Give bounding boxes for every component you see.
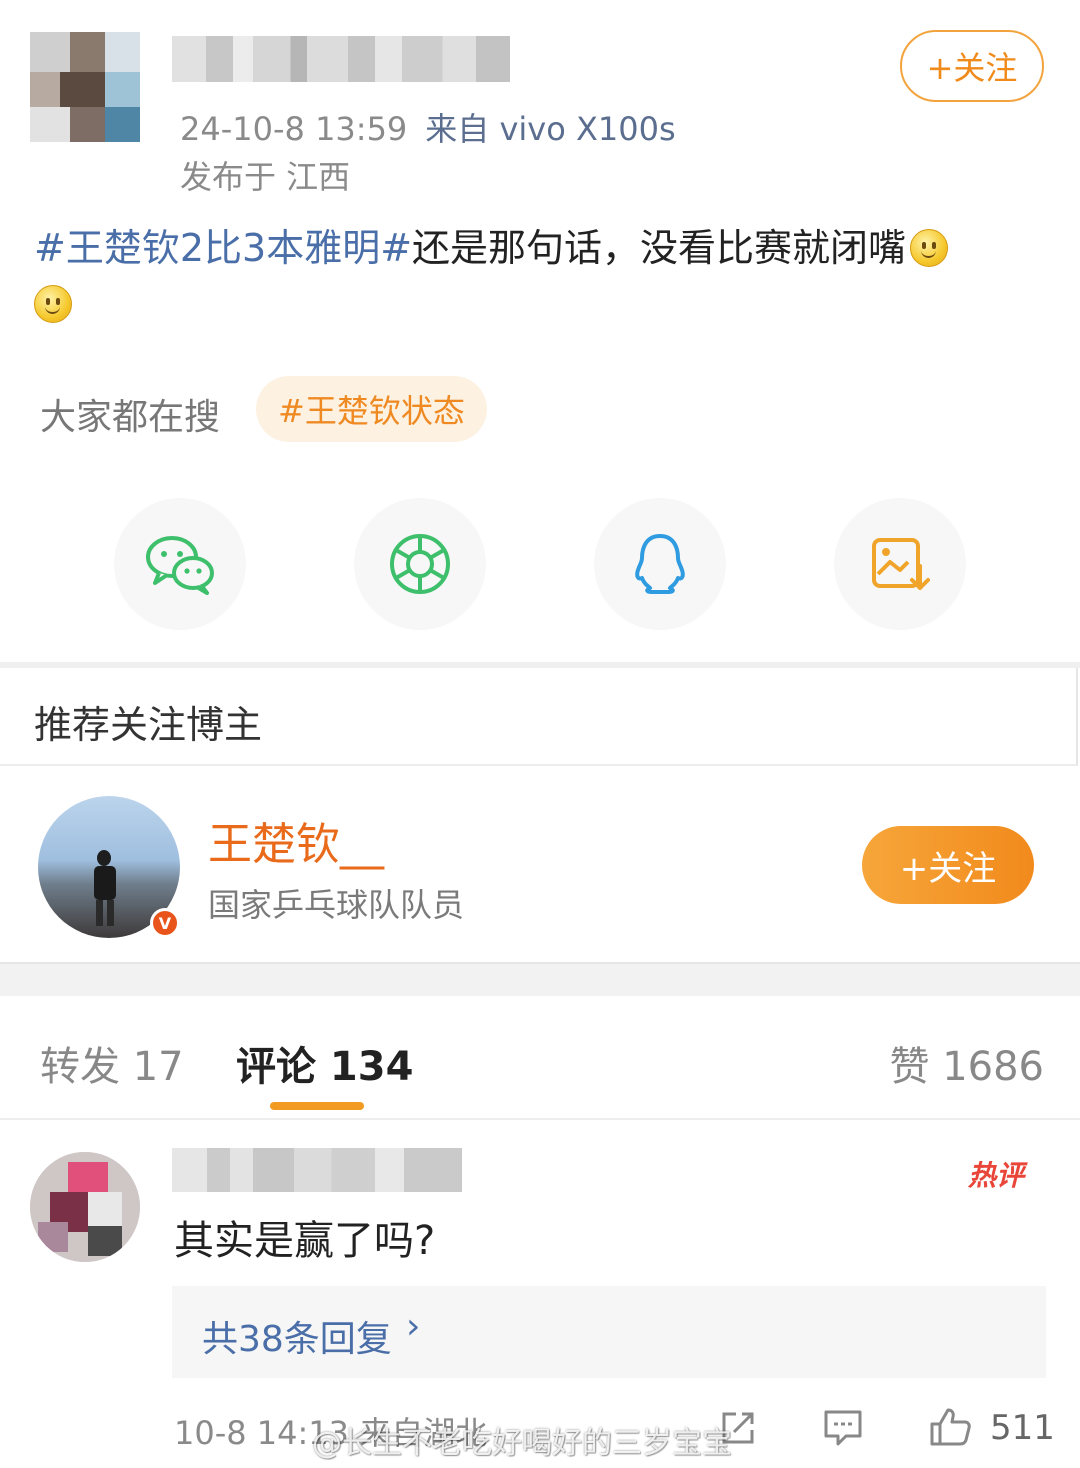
follow-author-button[interactable]: +关注 [900,30,1044,102]
author-avatar-blurred[interactable] [30,32,140,142]
post-meta: 24-10-8 13:59 来自 vivo X100s [180,104,676,150]
commenter-name-blurred[interactable] [172,1148,462,1192]
post-hashtag[interactable]: #王楚钦2比3本雅明# [34,226,412,270]
wechat-icon [146,536,214,595]
hot-comment-badge: 热评 [968,1159,1025,1192]
trending-search-label: 大家都在搜 [40,397,221,438]
tab-comment[interactable]: 评论 134 [236,1034,413,1092]
follow-recommend-button[interactable]: +关注 [862,826,1034,904]
comment-like-count: 511 [990,1408,1055,1448]
recommend-description: 国家乒乓球队队员 [208,886,465,924]
share-qq-button[interactable] [594,498,726,630]
chevron-right-icon: › [406,1306,421,1347]
comment-reply-button[interactable] [822,1408,864,1452]
post-source: 来自 vivo X100s [425,110,676,148]
commenter-avatar-blurred[interactable] [30,1152,140,1262]
thumbs-up-icon [930,1408,971,1446]
tab-repost[interactable]: 转发 17 [40,1034,184,1092]
tabs-divider [0,1118,1080,1120]
post-location: 发布于 江西 [180,158,351,196]
verified-badge-icon: V [150,908,180,938]
tab-like[interactable]: 赞 1686 [889,1034,1044,1092]
trending-search-chip[interactable]: #王楚钦状态 [256,376,487,442]
author-name-blurred[interactable] [172,36,510,82]
smile-emoji-icon [910,229,949,267]
recommend-name[interactable]: 王楚钦__ [208,808,384,872]
comment-text: 其实是赢了吗? [174,1218,436,1264]
save-image-icon [872,538,930,590]
share-moments-button[interactable] [354,498,486,630]
section-divider [0,962,1080,996]
smile-emoji-icon [34,285,72,323]
share-wechat-button[interactable] [114,498,246,630]
watermark-text: @长生不老吃好喝好的三岁宝宝 [312,1426,732,1461]
comment-like-button[interactable] [928,1404,972,1452]
post-content: #王楚钦2比3本雅明#还是那句话，没看比赛就闭嘴 [34,220,1044,332]
active-tab-indicator [270,1102,364,1110]
replies-link[interactable]: 共38条回复 [202,1310,392,1362]
moments-icon [390,534,450,594]
recommend-title: 推荐关注博主 [34,703,263,747]
save-image-button[interactable] [834,498,966,630]
post-text: 还是那句话，没看比赛就闭嘴 [412,226,907,270]
post-timestamp: 24-10-8 13:59 [180,110,408,148]
comment-icon [824,1410,862,1446]
qq-icon [635,534,685,594]
